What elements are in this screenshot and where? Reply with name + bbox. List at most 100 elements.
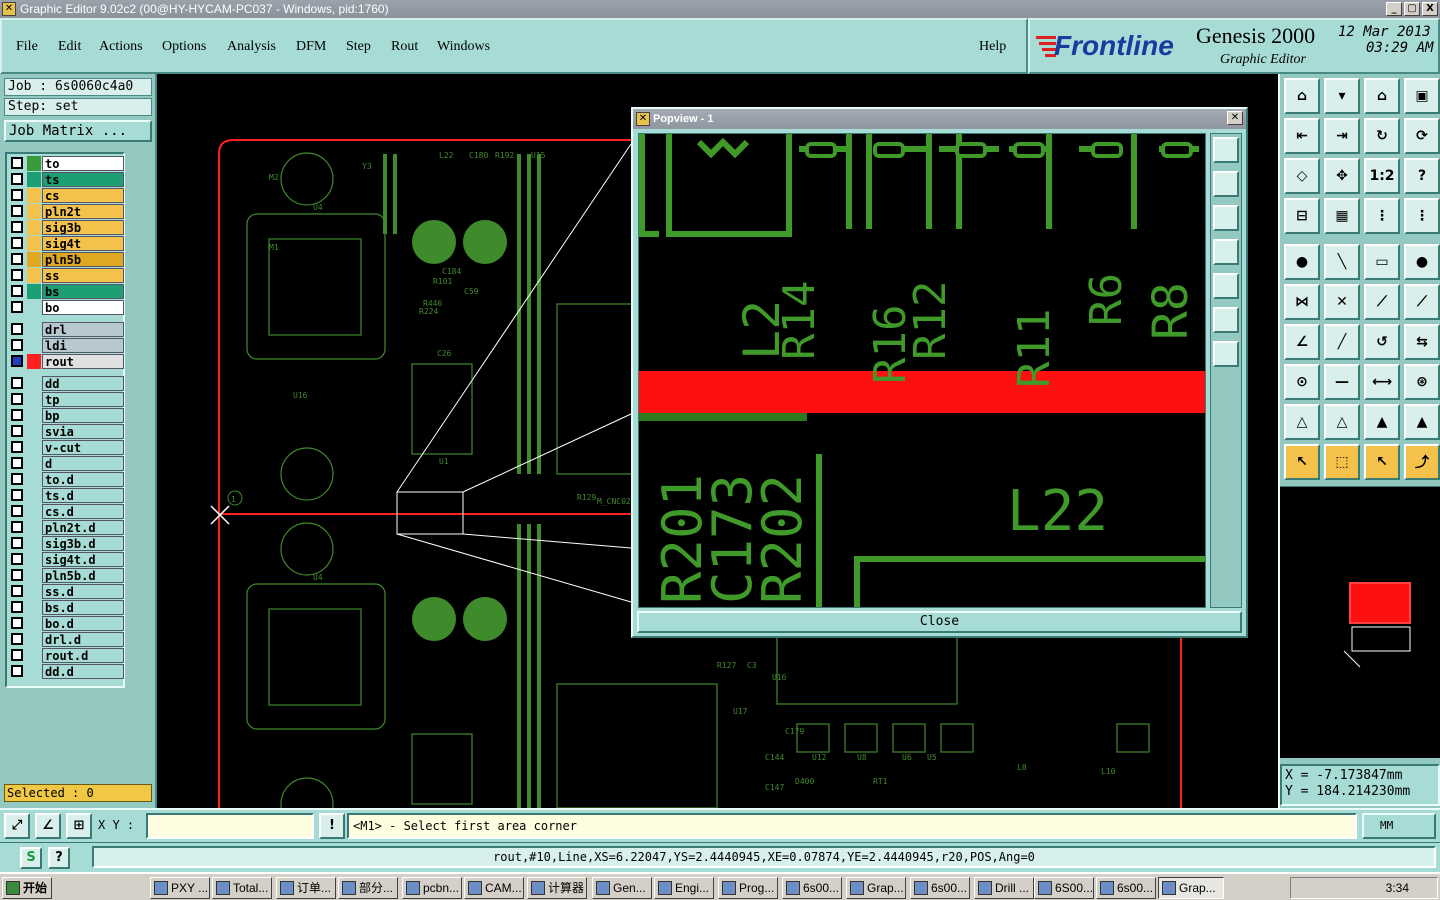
layer-checkbox[interactable] bbox=[11, 649, 23, 661]
layer-color-swatch[interactable] bbox=[27, 284, 41, 299]
layer-color-swatch[interactable] bbox=[27, 536, 41, 551]
layer-color-swatch[interactable] bbox=[27, 552, 41, 567]
taskbar-task[interactable]: Grap... bbox=[1158, 877, 1224, 899]
taskbar-task[interactable]: Grap... bbox=[846, 877, 906, 899]
zoom-home-icon[interactable]: ⌂ bbox=[1364, 78, 1400, 114]
menu-step[interactable]: Step bbox=[346, 39, 371, 55]
layer-row-pln5b[interactable]: pln5b bbox=[9, 252, 124, 267]
layer-name[interactable]: pln2t.d bbox=[42, 520, 124, 535]
layer-row-dd[interactable]: dd bbox=[9, 376, 124, 391]
layer-name[interactable]: rout.d bbox=[42, 648, 124, 663]
xy-input[interactable] bbox=[146, 813, 314, 839]
layer-checkbox[interactable] bbox=[11, 301, 23, 313]
pad-icon[interactable]: ● bbox=[1284, 244, 1320, 280]
popview-down-icon[interactable] bbox=[1213, 205, 1239, 231]
line-icon[interactable]: ╲ bbox=[1324, 244, 1360, 280]
layer-checkbox[interactable] bbox=[11, 569, 23, 581]
triangle-alt-icon[interactable]: △ bbox=[1324, 404, 1360, 440]
step-icon[interactable]: ⟳ bbox=[1404, 118, 1440, 154]
layer-row-pln2t.d[interactable]: pln2t.d bbox=[9, 520, 124, 535]
cross-icon[interactable]: ✕ bbox=[1324, 284, 1360, 320]
zoom-window-icon[interactable]: ▾ bbox=[1324, 78, 1360, 114]
menu-help[interactable]: Help bbox=[979, 39, 1006, 55]
layer-color-swatch[interactable] bbox=[27, 204, 41, 219]
layer-color-swatch[interactable] bbox=[27, 236, 41, 251]
connect-alt-icon[interactable]: ⟋ bbox=[1404, 284, 1440, 320]
layer-name[interactable]: bs.d bbox=[42, 600, 124, 615]
layer-name[interactable]: bo bbox=[42, 300, 124, 315]
layer-row-rout.d[interactable]: rout.d bbox=[9, 648, 124, 663]
popview-close-button[interactable]: Close bbox=[637, 611, 1242, 633]
script-icon[interactable]: S bbox=[20, 847, 42, 869]
layer-row-dd.d[interactable]: dd.d bbox=[9, 664, 124, 679]
maximize-button[interactable]: ▢ bbox=[1404, 2, 1420, 16]
popview-close-icon[interactable]: ✕ bbox=[1227, 111, 1243, 125]
layer-checkbox[interactable] bbox=[11, 221, 23, 233]
units-select[interactable]: MM bbox=[1362, 813, 1436, 839]
connect-icon[interactable]: ⟋ bbox=[1364, 284, 1400, 320]
layer-name[interactable]: ss bbox=[42, 268, 124, 283]
home-icon[interactable]: ⌂ bbox=[1284, 78, 1320, 114]
popview-window[interactable]: Popview - 1 ✕ ✕ L2 R14 R16 R12 R11 R6 R8… bbox=[631, 107, 1248, 638]
layer-checkbox[interactable] bbox=[11, 173, 23, 185]
layer-color-swatch[interactable] bbox=[27, 632, 41, 647]
layer-row-bo[interactable]: bo bbox=[9, 300, 124, 315]
layer-name[interactable]: pln2t bbox=[42, 204, 124, 219]
layer-row-sig4t.d[interactable]: sig4t.d bbox=[9, 552, 124, 567]
taskbar-task[interactable]: 6s00... bbox=[1096, 877, 1156, 899]
popview-zoom-in-icon[interactable] bbox=[1213, 307, 1239, 333]
layer-color-swatch[interactable] bbox=[27, 584, 41, 599]
layer-checkbox[interactable] bbox=[11, 323, 23, 335]
layer-color-swatch[interactable] bbox=[27, 408, 41, 423]
layer-checkbox[interactable] bbox=[11, 355, 23, 367]
layer-checkbox[interactable] bbox=[11, 441, 23, 453]
angle-icon[interactable]: ∠ bbox=[1284, 324, 1320, 360]
layer-color-swatch[interactable] bbox=[27, 664, 41, 679]
pointer-alt-icon[interactable]: ↖ bbox=[1364, 444, 1400, 480]
layer-row-sig3b[interactable]: sig3b bbox=[9, 220, 124, 235]
layer-checkbox[interactable] bbox=[11, 285, 23, 297]
layer-color-swatch[interactable] bbox=[27, 220, 41, 235]
layer-row-ts.d[interactable]: ts.d bbox=[9, 488, 124, 503]
layer-name[interactable]: ts bbox=[42, 172, 124, 187]
menu-options[interactable]: Options bbox=[162, 39, 206, 55]
layer-row-bs.d[interactable]: bs.d bbox=[9, 600, 124, 615]
layer-row-ss[interactable]: ss bbox=[9, 268, 124, 283]
layer-name[interactable]: ts.d bbox=[42, 488, 124, 503]
layer-name[interactable]: ss.d bbox=[42, 584, 124, 599]
layer-row-bo.d[interactable]: bo.d bbox=[9, 616, 124, 631]
flip-icon[interactable]: ⇆ bbox=[1404, 324, 1440, 360]
measure-icon[interactable]: ▭ bbox=[1364, 244, 1400, 280]
layer-color-swatch[interactable] bbox=[27, 440, 41, 455]
layer-name[interactable]: rout bbox=[42, 354, 124, 369]
popview-zoom-view[interactable]: L2 R14 R16 R12 R11 R6 R8 R201 C173 R202 … bbox=[639, 134, 1206, 608]
layer-checkbox[interactable] bbox=[11, 377, 23, 389]
job-matrix-button[interactable]: Job Matrix ... bbox=[4, 120, 152, 142]
taskbar-task[interactable]: 订单... bbox=[276, 877, 336, 899]
layer-name[interactable]: bo.d bbox=[42, 616, 124, 631]
close-button[interactable]: X bbox=[1422, 2, 1438, 16]
minus-icon[interactable]: — bbox=[1324, 364, 1360, 400]
layer-row-to.d[interactable]: to.d bbox=[9, 472, 124, 487]
snap-alt-icon[interactable]: ⋮ bbox=[1404, 198, 1440, 234]
info-icon[interactable]: ! bbox=[319, 813, 345, 839]
layer-row-cs[interactable]: cs bbox=[9, 188, 124, 203]
fit-icon[interactable]: ◇ bbox=[1284, 158, 1320, 194]
ratio-1-2-icon[interactable]: 1:2 bbox=[1364, 158, 1400, 194]
layer-checkbox[interactable] bbox=[11, 521, 23, 533]
popview-right-icon[interactable] bbox=[1213, 273, 1239, 299]
layer-color-swatch[interactable] bbox=[27, 648, 41, 663]
layer-checkbox[interactable] bbox=[11, 665, 23, 677]
layer-checkbox[interactable] bbox=[11, 339, 23, 351]
layer-checkbox[interactable] bbox=[11, 157, 23, 169]
taskbar-task[interactable]: 部分... bbox=[338, 877, 398, 899]
popview-left-icon[interactable] bbox=[1213, 239, 1239, 265]
dimension-icon[interactable]: ⟷ bbox=[1364, 364, 1400, 400]
layer-row-ts[interactable]: ts bbox=[9, 172, 124, 187]
layer-row-svia[interactable]: svia bbox=[9, 424, 124, 439]
layer-checkbox[interactable] bbox=[11, 585, 23, 597]
layer-color-swatch[interactable] bbox=[27, 354, 41, 369]
popview-canvas[interactable]: L2 R14 R16 R12 R11 R6 R8 R201 C173 R202 … bbox=[638, 133, 1206, 608]
pad-select-icon[interactable]: ⊙ bbox=[1284, 364, 1320, 400]
layer-row-v-cut[interactable]: v-cut bbox=[9, 440, 124, 455]
